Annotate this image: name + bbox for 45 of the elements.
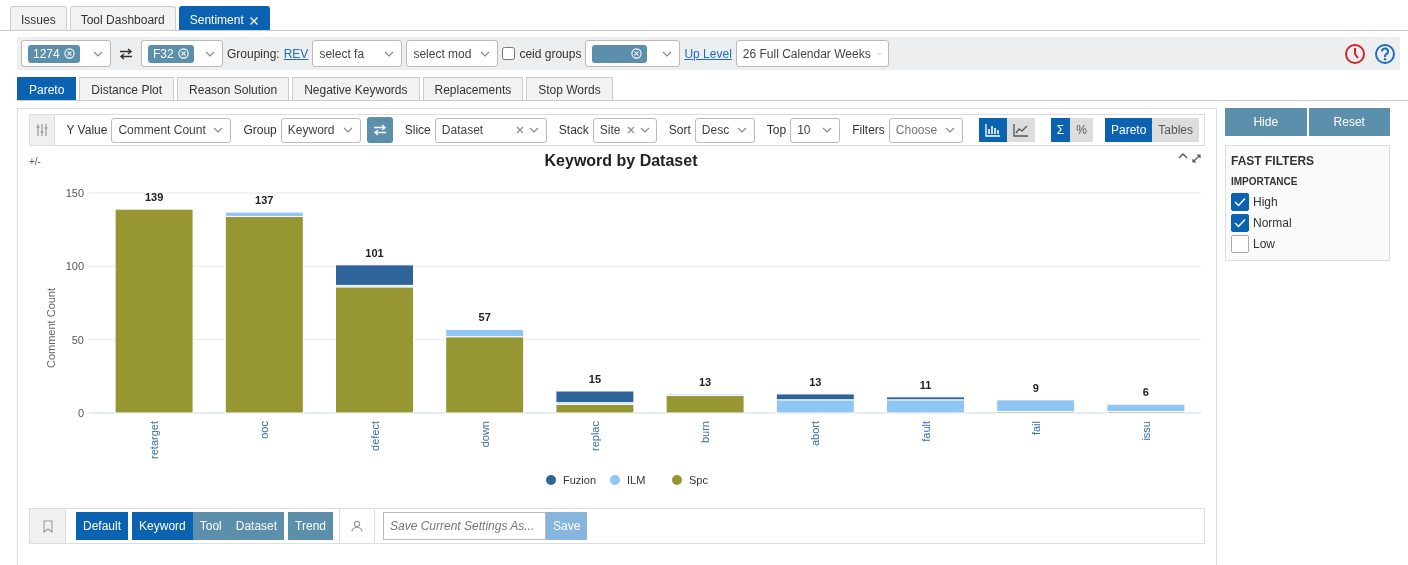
- axis-tick-label: down: [478, 421, 491, 448]
- axis-tick-label: burn: [699, 421, 712, 444]
- data-label: 15: [588, 373, 602, 385]
- axis-tick-label: ooc: [258, 421, 271, 439]
- axis-tick-label: 50: [71, 333, 84, 346]
- data-label: 6: [1142, 386, 1149, 399]
- axis-tick-label: fault: [919, 421, 932, 442]
- filter-group-title: IMPORTANCE: [1231, 175, 1299, 189]
- data-label: 11: [919, 378, 932, 391]
- axis-tick-label: 100: [65, 260, 84, 273]
- control-label: Group: [243, 122, 277, 139]
- data-label: 101: [365, 246, 384, 259]
- control-label: Filters: [852, 122, 885, 139]
- checkbox-label: Normal: [1253, 215, 1292, 232]
- control-label: Sort: [668, 122, 691, 139]
- control-label: Y Value: [66, 122, 108, 139]
- legend-label: Spc: [689, 474, 709, 486]
- axis-tick-label: fail: [1029, 421, 1042, 436]
- legend-label: Fuzion: [563, 474, 597, 486]
- data-label: 13: [698, 375, 712, 388]
- control-label: Stack: [558, 122, 589, 139]
- control-label: Top: [766, 122, 787, 139]
- tag-chip: 1274: [28, 44, 80, 63]
- grouping-label: Grouping:: [227, 45, 280, 63]
- axis-tick-label: 0: [77, 407, 84, 419]
- control-label: Slice: [404, 122, 431, 139]
- data-label: 139: [144, 191, 164, 204]
- axis-tick-label: abort: [809, 421, 822, 447]
- panel-title: FAST FILTERS: [1231, 153, 1316, 170]
- axis-title: Comment Count: [45, 287, 57, 369]
- data-label: 9: [1032, 381, 1039, 394]
- data-label: 57: [478, 311, 491, 324]
- axis-tick-label: issu: [1139, 421, 1152, 441]
- checkbox-label: High: [1253, 194, 1278, 211]
- tag-chip: F32: [148, 44, 194, 63]
- checkbox-label: Low: [1253, 236, 1275, 253]
- data-label: 13: [809, 375, 822, 388]
- axis-tick-label: defect: [368, 421, 381, 451]
- chart-title: Keyword by Dataset: [544, 152, 698, 169]
- data-label: 137: [255, 194, 274, 207]
- axis-tick-label: replac: [588, 421, 601, 451]
- axis-tick-label: retarget: [148, 421, 161, 459]
- legend-label: ILM: [627, 474, 646, 486]
- checkbox-label: ceid groups: [519, 45, 582, 63]
- axis-tick-label: 150: [65, 187, 84, 199]
